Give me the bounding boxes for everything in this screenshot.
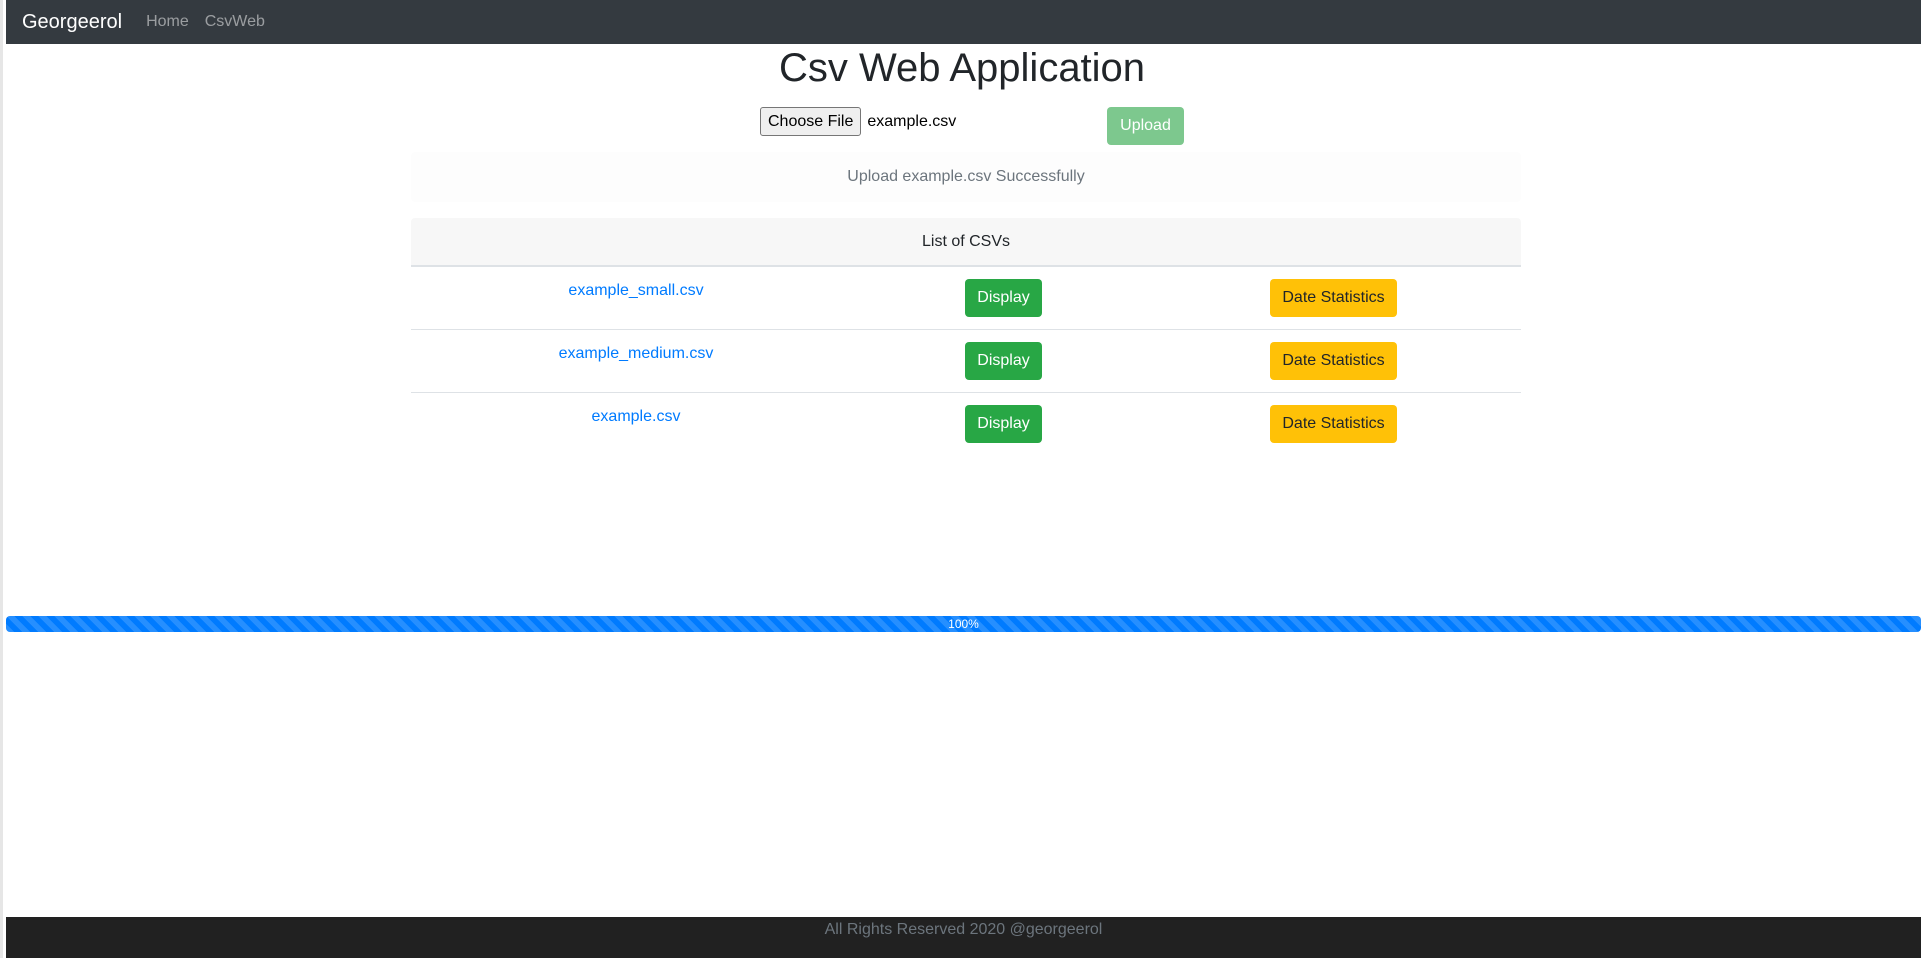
- display-button[interactable]: Display: [965, 278, 1042, 317]
- upload-status-alert: Upload example.csv Successfully: [411, 152, 1521, 202]
- table-header: List of CSVs: [411, 218, 1521, 267]
- csv-table: List of CSVs example_small.csv Display D…: [411, 218, 1521, 455]
- display-button[interactable]: Display: [965, 341, 1042, 380]
- nav-link-csvweb[interactable]: CsvWeb: [205, 13, 265, 31]
- csv-file-link[interactable]: example_medium.csv: [559, 345, 714, 362]
- csv-file-link[interactable]: example_small.csv: [568, 282, 703, 299]
- navbar-brand[interactable]: Georgeerol: [22, 11, 122, 34]
- upload-button[interactable]: Upload: [1107, 107, 1184, 145]
- nav-link-home[interactable]: Home: [146, 13, 189, 31]
- table-row: example.csv Display Date Statistics: [411, 391, 1521, 455]
- upload-status-text: Upload example.csv Successfully: [847, 168, 1085, 185]
- footer-text: All Rights Reserved 2020 @georgeerol: [824, 921, 1103, 938]
- page-title: Csv Web Application: [778, 46, 1146, 90]
- date-statistics-button[interactable]: Date Statistics: [1270, 278, 1397, 317]
- upload-progress-bar: 100%: [6, 616, 1921, 632]
- navbar: Georgeerol Home CsvWeb: [6, 0, 1921, 44]
- csv-file-link[interactable]: example.csv: [592, 408, 681, 425]
- table-header-row: List of CSVs: [411, 218, 1521, 267]
- upload-form: Choose File example.csv: [760, 107, 1097, 136]
- upload-progress: 100%: [6, 616, 1921, 632]
- table-row: example_small.csv Display Date Statistic…: [411, 266, 1521, 329]
- date-statistics-button[interactable]: Date Statistics: [1270, 341, 1397, 380]
- footer: All Rights Reserved 2020 @georgeerol: [6, 917, 1921, 958]
- choose-file-button[interactable]: Choose File: [760, 107, 862, 136]
- date-statistics-button[interactable]: Date Statistics: [1270, 404, 1397, 443]
- table-row: example_medium.csv Display Date Statisti…: [411, 328, 1521, 392]
- selected-file-name: example.csv: [867, 112, 957, 130]
- display-button[interactable]: Display: [965, 404, 1042, 443]
